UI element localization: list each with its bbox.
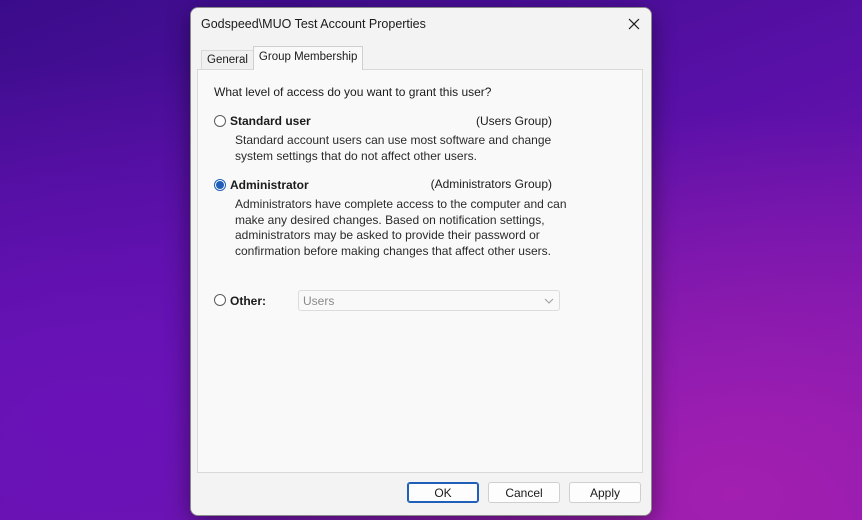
tab-general[interactable]: General [201, 50, 254, 70]
administrator-description: Administrators have complete access to t… [235, 197, 567, 258]
users-group-label: (Users Group) [475, 114, 552, 128]
administrator-radio[interactable] [214, 179, 226, 191]
ok-button[interactable]: OK [407, 482, 479, 503]
tab-group-membership[interactable]: Group Membership [252, 46, 364, 70]
standard-user-radio[interactable] [214, 115, 226, 127]
dialog-footer: OK Cancel Apply [191, 473, 651, 515]
apply-button[interactable]: Apply [569, 482, 641, 503]
group-membership-panel: What level of access do you want to gran… [197, 69, 643, 473]
administrators-group-label: (Administrators Group) [430, 177, 552, 191]
tab-strip: General Group Membership [201, 46, 364, 70]
close-button[interactable] [617, 8, 651, 40]
administrator-label[interactable]: Administrator [230, 178, 309, 192]
window-title: Godspeed\MUO Test Account Properties [201, 17, 426, 31]
other-group-select[interactable]: Users [298, 290, 560, 311]
chevron-down-icon [544, 298, 554, 304]
cancel-button[interactable]: Cancel [488, 482, 560, 503]
title-bar[interactable]: Godspeed\MUO Test Account Properties [191, 8, 651, 42]
other-label[interactable]: Other: [230, 294, 266, 308]
standard-user-description: Standard account users can use most soft… [235, 133, 552, 163]
other-radio[interactable] [214, 294, 226, 306]
close-icon [628, 18, 640, 30]
access-question: What level of access do you want to gran… [214, 85, 492, 99]
other-group-select-value: Users [303, 294, 335, 308]
standard-user-label[interactable]: Standard user [230, 114, 311, 128]
account-properties-dialog: Godspeed\MUO Test Account Properties Gen… [190, 7, 652, 516]
